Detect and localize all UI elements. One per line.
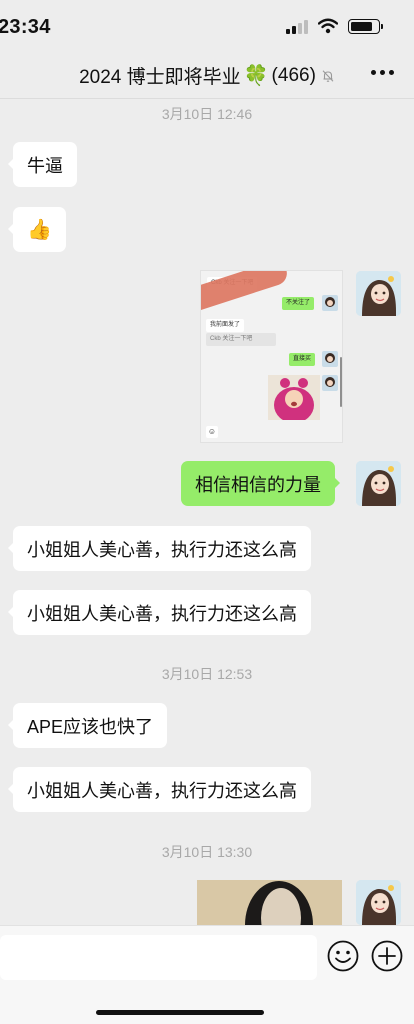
screenshot-image-message[interactable]: Ckb 关注一下吧 不关注了 我前面发了 Ckb 关注一下吧 直接买 ☺	[200, 270, 343, 443]
member-count: (466)	[271, 64, 316, 86]
wifi-icon	[318, 18, 338, 34]
avatar[interactable]	[356, 461, 401, 506]
plus-icon	[371, 940, 403, 972]
chat-header: 2024 博士即将毕业 🍀 (466)	[0, 56, 414, 96]
status-icons	[286, 18, 383, 34]
preview-emoji-icon: ☺	[206, 426, 218, 438]
preview-avatar	[322, 351, 338, 367]
preview-bubble: 我前面发了	[206, 319, 245, 332]
group-name: 2024 博士即将毕业	[79, 67, 241, 88]
mute-bell-icon	[321, 69, 335, 83]
message-input[interactable]	[0, 935, 317, 980]
clover-emoji: 🍀	[243, 64, 269, 87]
preview-scrollbar	[340, 357, 342, 407]
home-indicator	[96, 1010, 264, 1015]
more-functions-button[interactable]	[370, 939, 404, 973]
avatar[interactable]	[356, 271, 401, 316]
status-time: 23:34	[0, 16, 51, 38]
message-bubble[interactable]: 小姐姐人美心善，执行力还这么高	[8, 590, 311, 635]
chat-input-bar	[0, 925, 414, 1024]
cellular-signal-icon	[286, 18, 308, 34]
emoji-button[interactable]	[326, 939, 360, 973]
chat-title[interactable]: 2024 博士即将毕业 🍀 (466)	[0, 62, 414, 89]
more-options-button[interactable]	[369, 64, 396, 81]
emoji-message-bubble[interactable]: 👍	[8, 207, 66, 252]
preview-avatar	[322, 375, 338, 391]
avatar[interactable]	[356, 880, 401, 925]
message-bubble[interactable]: 小姐姐人美心善，执行力还这么高	[8, 526, 311, 571]
status-bar: 23:34	[0, 0, 414, 54]
sticker-kid-image	[268, 375, 320, 420]
preview-bubble: 不关注了	[282, 297, 315, 310]
battery-icon	[348, 18, 383, 34]
timestamp: 3月10日 13:30	[161, 844, 253, 860]
preview-quote: Ckb 关注一下吧	[206, 333, 276, 346]
timestamp: 3月10日 12:53	[161, 666, 253, 682]
timestamp: 3月10日 12:46	[161, 106, 253, 122]
preview-avatar	[322, 295, 338, 311]
header-divider	[0, 98, 414, 99]
self-message-bubble[interactable]: 相信相信的力量	[181, 461, 340, 506]
preview-bubble: 直接买	[289, 353, 316, 366]
smiley-icon	[327, 940, 359, 972]
message-bubble[interactable]: 牛逼	[8, 142, 77, 187]
message-bubble[interactable]: 小姐姐人美心善，执行力还这么高	[8, 767, 311, 812]
message-bubble[interactable]: APE应该也快了	[7, 703, 168, 748]
